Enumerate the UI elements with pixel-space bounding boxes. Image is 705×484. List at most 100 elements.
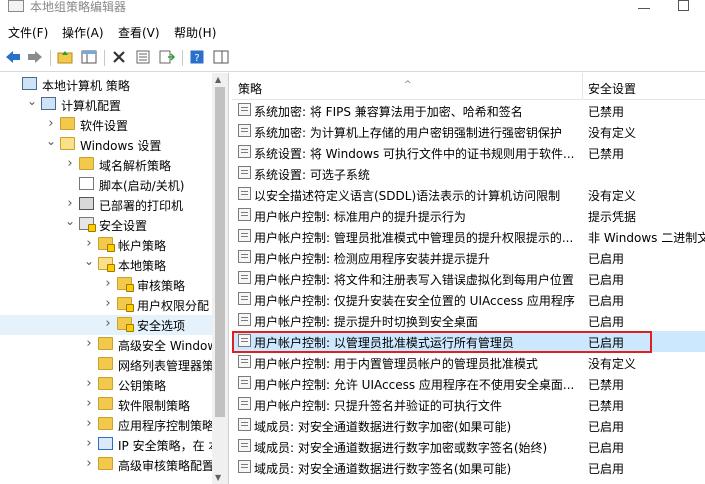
show-hide-tree-icon[interactable]	[80, 48, 98, 66]
chevron-down-icon[interactable]: ⌄	[84, 254, 94, 268]
policy-item-icon	[238, 439, 251, 452]
tree-item[interactable]: › 应用程序控制策略	[0, 415, 214, 435]
table-row[interactable]: 系统加密: 为计算机上存储的用户密钥强制进行强密钥保护 没有定义	[232, 121, 705, 142]
table-row[interactable]: 用户帐户控制: 将文件和注册表写入错误虚拟化到每用户位置 已启用	[232, 268, 705, 289]
folder-icon	[98, 337, 113, 350]
policy-name: 系统设置: 将 Windows 可执行文件中的证书规则用于软件...	[254, 147, 575, 161]
table-row[interactable]: 域成员: 对安全通道数据进行数字签名(如果可能) 已启用	[232, 457, 705, 478]
tree-item[interactable]: ⌄ Windows 设置	[0, 134, 212, 155]
tree-item[interactable]: 网络列表管理器策略	[0, 355, 226, 375]
tree-item-label: 用户权限分配	[137, 299, 210, 313]
tree-item[interactable]: › 帐户策略	[0, 235, 212, 255]
table-row[interactable]: 以安全描述符定义语言(SDDL)语法表示的计算机访问限制 没有定义	[232, 184, 705, 205]
chevron-right-icon[interactable]: ›	[84, 416, 94, 431]
tree-item[interactable]: › 高级安全 Windows	[0, 335, 223, 355]
table-row[interactable]: 用户帐户控制: 允许 UIAccess 应用程序在不使用安全桌面... 已禁用	[232, 373, 705, 394]
folder-icon	[60, 137, 75, 150]
delete-icon[interactable]	[110, 48, 128, 66]
chevron-down-icon[interactable]: ⌄	[65, 214, 75, 228]
menu-file[interactable]: 文件(F)	[8, 24, 48, 41]
table-row[interactable]: 系统设置: 可选子系统	[232, 163, 705, 184]
table-row[interactable]: 用户帐户控制: 用于内置管理员帐户的管理员批准模式 没有定义	[232, 352, 705, 373]
tree-item[interactable]: › 公钥策略	[0, 375, 212, 395]
policy-name: 用户帐户控制: 用于内置管理员帐户的管理员批准模式	[254, 357, 538, 371]
chevron-down-icon[interactable]: ⌄	[27, 94, 37, 108]
tree-item[interactable]: › 用户权限分配	[0, 295, 212, 315]
tree-item[interactable]: › 高级审核策略配置	[0, 455, 214, 475]
tree-scrollbar[interactable]: ▲ ▼	[212, 73, 228, 484]
policy-item-icon	[238, 397, 251, 410]
chevron-right-icon[interactable]: ›	[65, 156, 75, 171]
menu-action[interactable]: 操作(A)	[62, 24, 104, 41]
chevron-right-icon[interactable]: ›	[84, 236, 94, 251]
scroll-up-arrow-icon[interactable]: ▲	[215, 75, 221, 84]
chevron-down-icon[interactable]: ⌄	[46, 134, 56, 148]
table-row[interactable]: 系统加密: 将 FIPS 兼容算法用于加密、哈希和签名 已禁用	[232, 100, 705, 121]
tree-item[interactable]: › 安全选项	[0, 315, 212, 335]
console-tree: › 高级审核策略配置 › IP 安全策略，在 本地 › 应用程序控制策略 › 软件限制策略 › 公…	[0, 73, 229, 484]
chevron-right-icon[interactable]: ›	[103, 316, 113, 331]
forward-arrow-icon[interactable]	[26, 48, 44, 66]
policy-item-icon	[238, 145, 251, 158]
scroll-thumb[interactable]	[215, 87, 225, 417]
table-row[interactable]: 用户帐户控制: 检测应用程序安装并提示提升 已启用	[232, 247, 705, 268]
chevron-right-icon[interactable]: ›	[84, 396, 94, 411]
help-icon[interactable]: ?	[188, 48, 206, 66]
tree-item[interactable]: ⌄ 计算机配置	[0, 94, 212, 115]
security-setting-value: 已禁用	[588, 105, 625, 119]
tree-item-label: 域名解析策略	[99, 159, 172, 173]
tree-item[interactable]: › 软件设置	[0, 115, 212, 135]
chevron-right-icon[interactable]: ›	[103, 296, 113, 311]
table-row[interactable]: 域成员: 对安全通道数据进行数字加密(如果可能) 已启用	[232, 415, 705, 436]
tree-item-label: 审核策略	[137, 279, 186, 293]
table-row[interactable]: 用户帐户控制: 只提升签名并验证的可执行文件 已禁用	[232, 394, 705, 415]
up-folder-icon[interactable]	[56, 48, 74, 66]
policy-item-icon	[238, 271, 251, 284]
chevron-right-icon[interactable]: ›	[84, 336, 94, 351]
back-arrow-icon[interactable]	[4, 48, 22, 66]
table-row[interactable]: 域成员: 对安全通道数据进行数字加密或数字签名(始终) 已启用	[232, 436, 705, 457]
extended-view-icon[interactable]	[212, 48, 230, 66]
tree-item[interactable]: ⌄ 本地策略	[0, 254, 212, 275]
chevron-right-icon[interactable]: ›	[84, 376, 94, 391]
chevron-right-icon[interactable]: ›	[84, 436, 94, 451]
table-row[interactable]: 用户帐户控制: 标准用户的提升提示行为 提示凭据	[232, 205, 705, 226]
tree-item[interactable]: ⌄ 安全设置	[0, 214, 212, 235]
security-setting-value: 没有定义	[588, 126, 637, 140]
table-row[interactable]: 用户帐户控制: 提示提升时切换到安全桌面 已启用	[232, 310, 705, 331]
tree-item[interactable]: 脚本(启动/关机)	[0, 175, 212, 195]
policy-name: 用户帐户控制: 管理员批准模式中管理员的提升权限提示的...	[254, 231, 574, 245]
tree-item-label: 帐户策略	[118, 239, 167, 253]
policy-item-icon	[238, 313, 251, 326]
export-list-icon[interactable]	[158, 48, 176, 66]
policy-name: 以安全描述符定义语言(SDDL)语法表示的计算机访问限制	[254, 189, 561, 203]
security-setting-value: 已启用	[588, 441, 625, 455]
tree-item-label: 计算机配置	[61, 99, 122, 113]
maximize-button[interactable]	[678, 0, 689, 11]
column-header-policy[interactable]: 策略 ^	[232, 73, 582, 100]
chevron-right-icon[interactable]: ›	[65, 196, 75, 211]
policy-item-icon	[238, 355, 251, 368]
tree-item[interactable]: › 审核策略	[0, 275, 212, 295]
tree-item[interactable]: 本地计算机 策略	[0, 75, 212, 95]
tree-item[interactable]: › 已部署的打印机	[0, 195, 212, 215]
column-header-setting[interactable]: 安全设置	[583, 73, 705, 100]
table-row[interactable]: 用户帐户控制: 管理员批准模式中管理员的提升权限提示的... 非 Windows …	[232, 226, 705, 247]
chevron-right-icon[interactable]: ›	[46, 116, 56, 131]
tree-item-label: 公钥策略	[118, 379, 167, 393]
tree-item[interactable]: › 域名解析策略	[0, 155, 212, 175]
properties-icon[interactable]	[134, 48, 152, 66]
minimize-button[interactable]	[638, 8, 650, 9]
chevron-right-icon[interactable]: ›	[103, 276, 113, 291]
scroll-down-arrow-icon[interactable]: ▼	[215, 473, 221, 482]
menu-view[interactable]: 查看(V)	[118, 24, 160, 41]
window-title: 本地组策略编辑器	[30, 0, 127, 14]
table-row[interactable]: 用户帐户控制: 仅提升安装在安全位置的 UIAccess 应用程序 已启用	[232, 289, 705, 310]
table-row[interactable]: 系统设置: 将 Windows 可执行文件中的证书规则用于软件... 已禁用	[232, 142, 705, 163]
column-header-policy-label: 策略	[238, 82, 263, 96]
chevron-right-icon[interactable]: ›	[84, 456, 94, 471]
tree-item[interactable]: › IP 安全策略，在 本地	[0, 435, 228, 455]
locked-folder-icon	[98, 257, 115, 272]
menu-help[interactable]: 帮助(H)	[174, 24, 216, 41]
tree-item[interactable]: › 软件限制策略	[0, 395, 212, 415]
